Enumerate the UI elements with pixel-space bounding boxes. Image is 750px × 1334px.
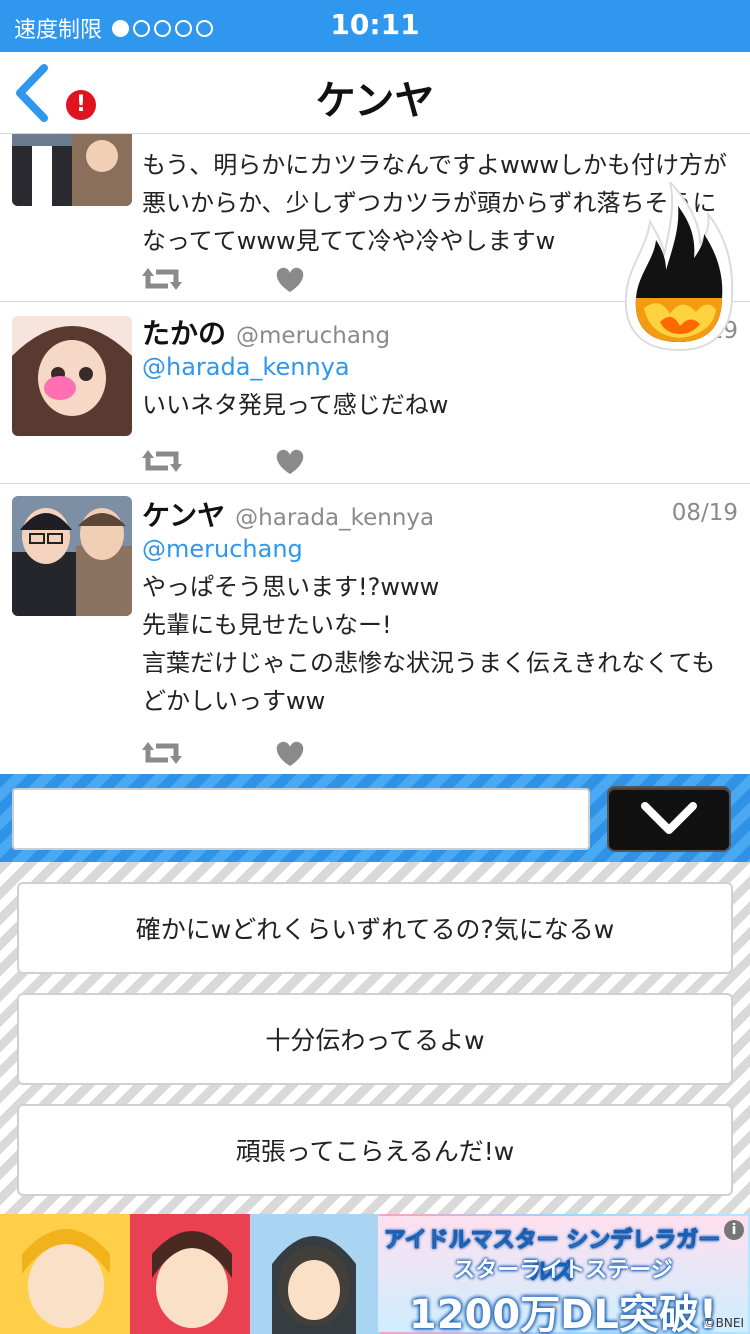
retweet-icon[interactable] xyxy=(142,264,182,294)
ad-subheadline: スターライトステージ xyxy=(453,1258,673,1283)
tweet-actions xyxy=(142,264,310,294)
tweet-date: 08/19 xyxy=(671,500,738,526)
status-bar: 速度制限 10:11 xyxy=(0,0,750,52)
reply-choice-button[interactable]: 頑張ってこらえるんだ!w xyxy=(17,1104,733,1196)
ad-info-icon[interactable]: i xyxy=(724,1220,744,1240)
heart-icon[interactable] xyxy=(270,264,310,294)
retweet-icon[interactable] xyxy=(142,446,182,476)
avatar xyxy=(12,496,132,616)
tweet-actions xyxy=(142,446,310,476)
flame-sticker-icon xyxy=(624,181,734,352)
tweet-author-name[interactable]: ケンヤ xyxy=(142,499,225,532)
status-time: 10:11 xyxy=(330,8,420,41)
tweet-mention[interactable]: @meruchang xyxy=(142,530,738,568)
ad-title-box: アイドルマスター シンデレラガールズ スターライトステージ 1200万DL突破!… xyxy=(378,1216,748,1334)
tweet-header: ケンヤ @harada_kennya 08/19 xyxy=(142,494,738,532)
ad-character-art xyxy=(0,1214,380,1334)
avatar xyxy=(12,134,132,206)
reply-input[interactable] xyxy=(12,788,590,850)
reply-choice-button[interactable]: 確かにwどれくらいずれてるの?気になるw xyxy=(17,882,733,974)
reply-choice-button[interactable]: 十分伝わってるよw xyxy=(17,993,733,1085)
ad-copyright: ©BNEI xyxy=(703,1316,744,1330)
reply-choices: 確かにwどれくらいずれてるの?気になるw 十分伝わってるよw 頑張ってこらえるん… xyxy=(0,862,750,1214)
heart-icon[interactable] xyxy=(270,738,310,768)
page-title: ケンヤ xyxy=(315,78,435,124)
reply-bar xyxy=(0,774,750,862)
tweet-text: いいネタ発見って感じだねw xyxy=(142,391,449,419)
avatar xyxy=(12,316,132,436)
tweet-body: ケンヤ @harada_kennya 08/19 @meruchang やっぱそう… xyxy=(142,494,738,720)
heart-icon[interactable] xyxy=(270,446,310,476)
tweet-item: ケンヤ @harada_kennya 08/19 @meruchang やっぱそう… xyxy=(0,484,750,774)
tweet-author-handle[interactable]: @harada_kennya xyxy=(235,505,434,531)
nav-bar: ! ケンヤ xyxy=(0,52,750,134)
tweet-author-handle[interactable]: @meruchang xyxy=(236,323,390,349)
tweet-text: やっぱそう思います!?www 先輩にも見せたいなー! 言葉だけじゃこの悲惨な状況… xyxy=(142,573,716,715)
tweet-actions xyxy=(142,738,310,768)
ad-tagline: 1200万DL突破! xyxy=(408,1292,718,1334)
ad-banner[interactable]: アイドルマスター シンデレラガールズ スターライトステージ 1200万DL突破!… xyxy=(0,1214,750,1334)
chevron-down-icon xyxy=(641,802,697,834)
retweet-icon[interactable] xyxy=(142,738,182,768)
collapse-choices-button[interactable] xyxy=(607,786,731,852)
tweet-author-name[interactable]: たかの xyxy=(142,317,226,350)
